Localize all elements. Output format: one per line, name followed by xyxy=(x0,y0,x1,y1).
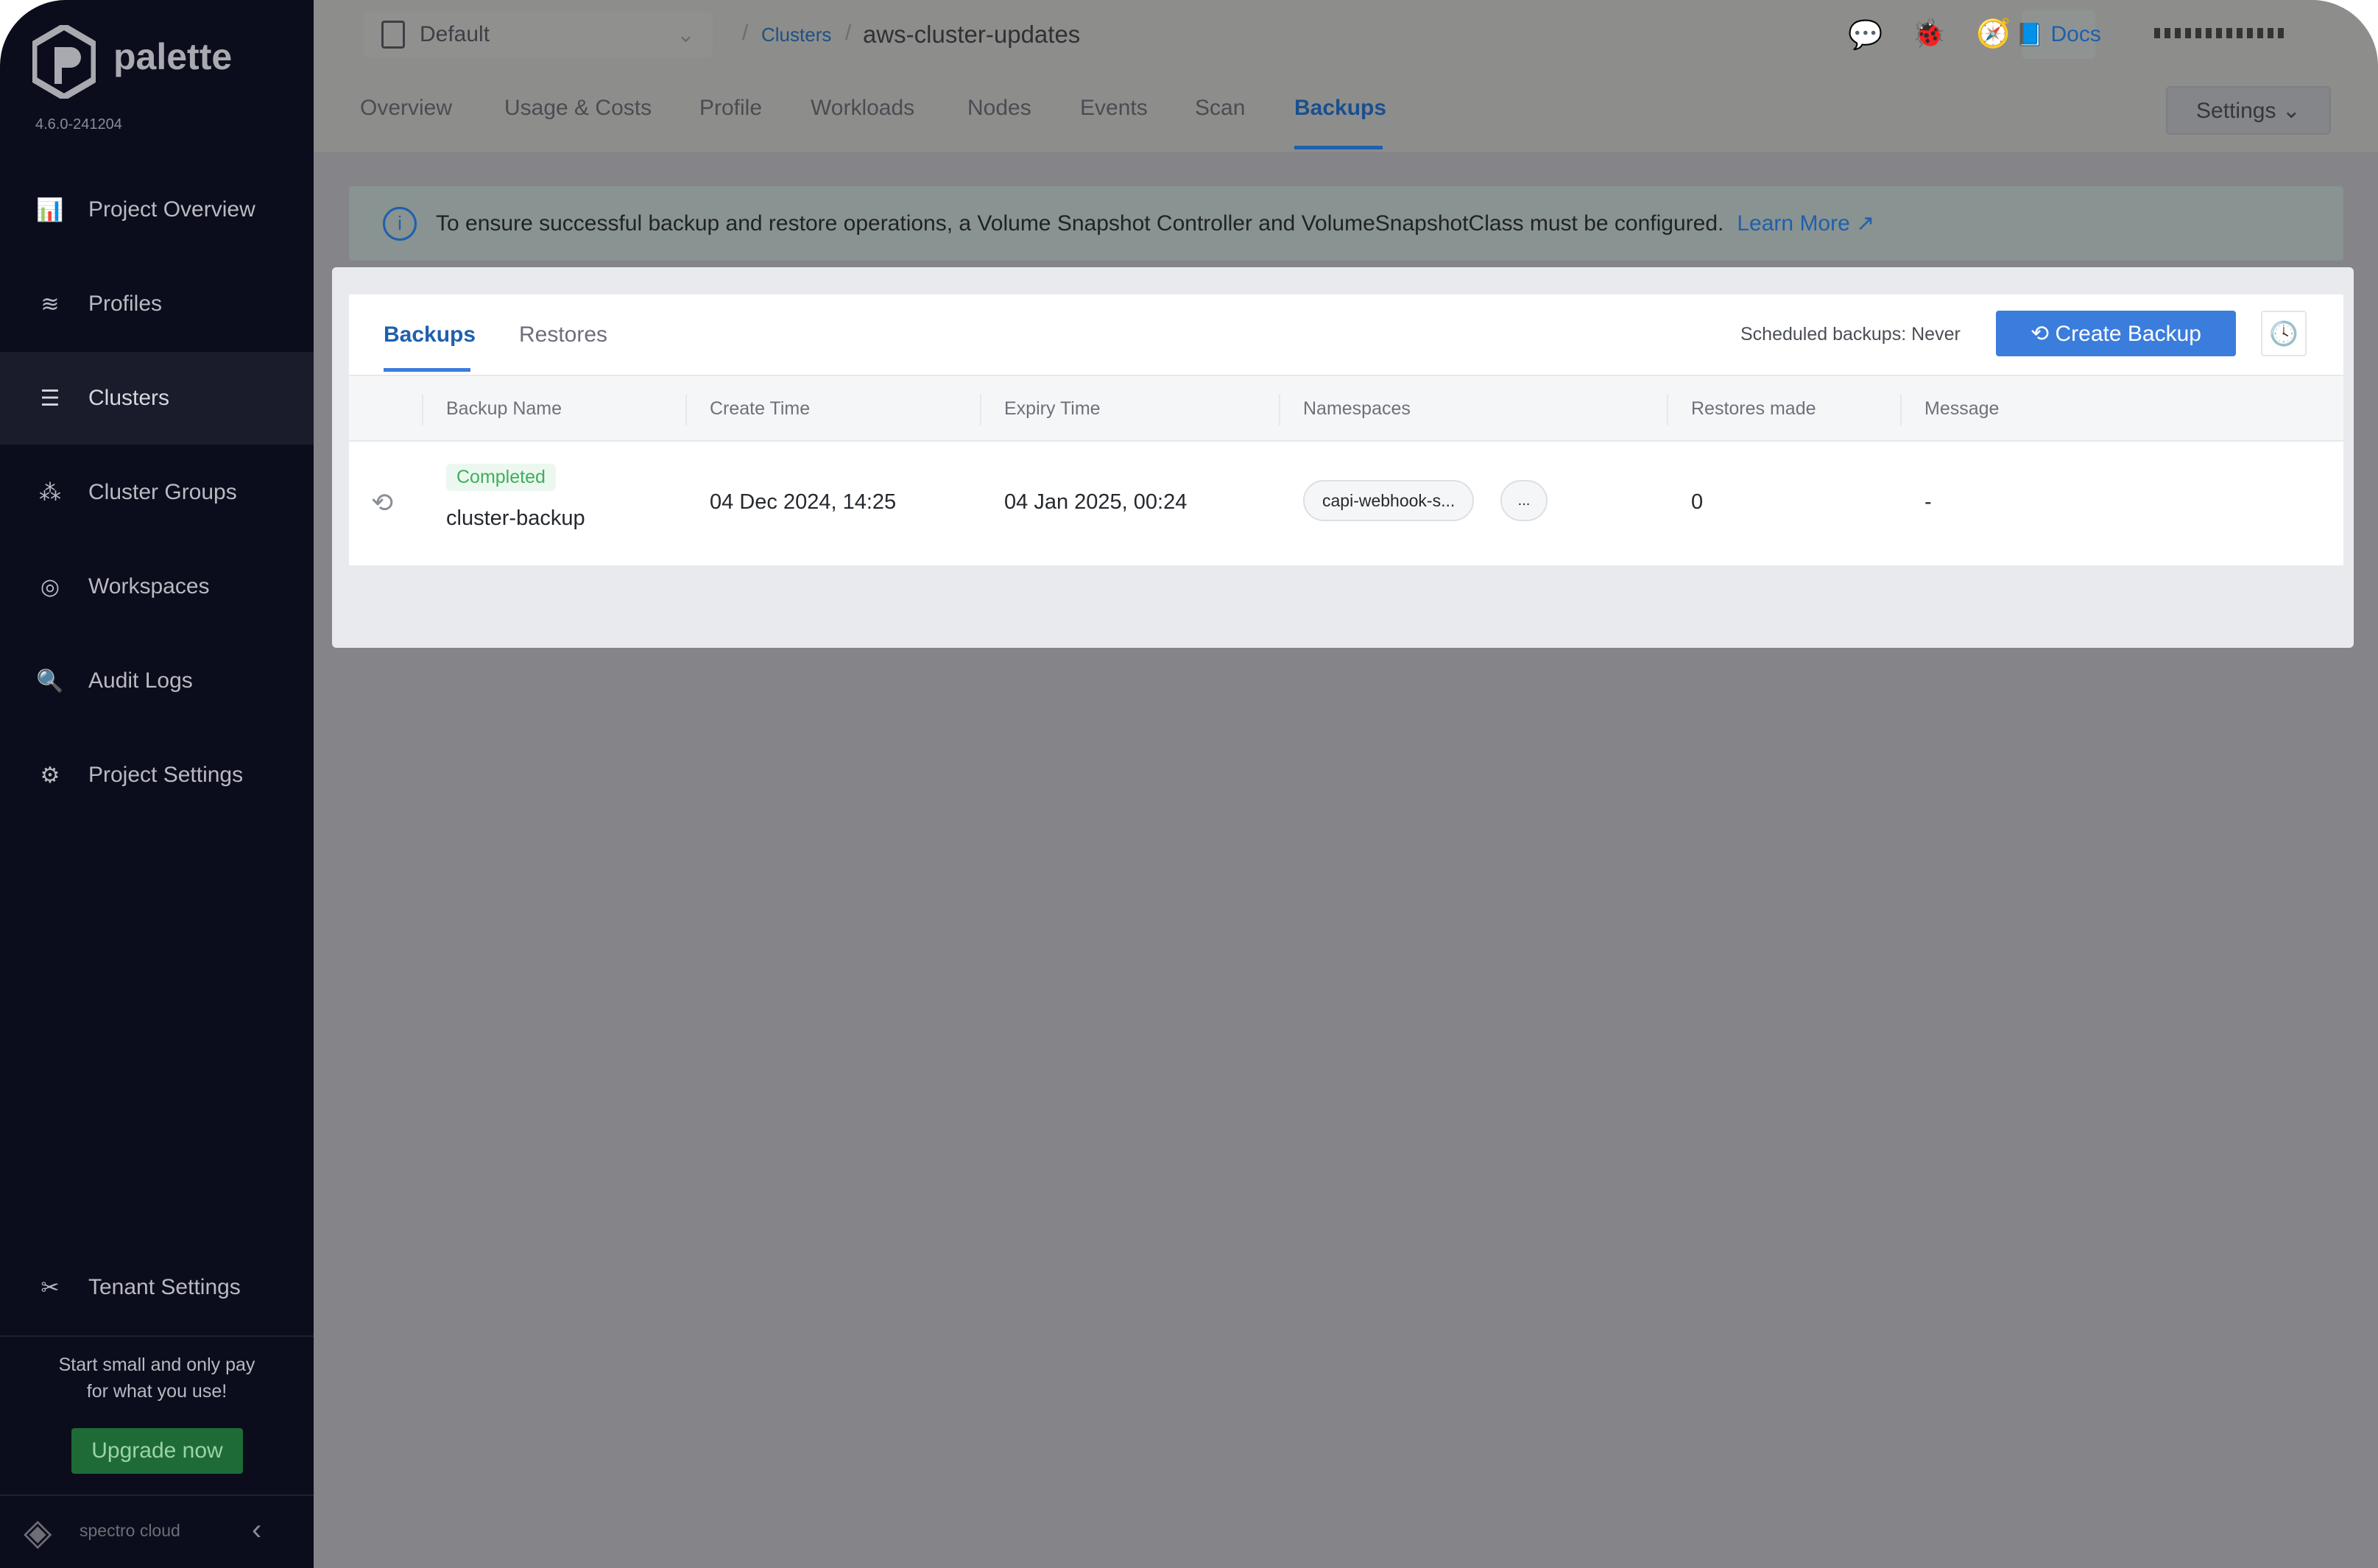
breadcrumb-clusters-link[interactable]: Clusters xyxy=(761,24,831,46)
sidebar-item-label: Cluster Groups xyxy=(88,480,237,504)
chevron-down-icon: ⌄ xyxy=(676,22,695,47)
breadcrumb-separator: / xyxy=(742,21,749,45)
collapse-sidebar-chevron-icon[interactable]: ‹ xyxy=(252,1514,261,1547)
sidebar-item-project-settings[interactable]: ⚙ Project Settings xyxy=(0,729,314,822)
backups-panel: Backups Restores Scheduled backups: Neve… xyxy=(349,294,2343,565)
column-message: Message xyxy=(1924,398,2000,419)
info-icon: i xyxy=(383,206,417,241)
tab-usage-costs[interactable]: Usage & Costs xyxy=(504,96,652,121)
scheduled-backups-status: Scheduled backups: Never xyxy=(1740,324,1961,345)
backups-card: Backups Restores Scheduled backups: Neve… xyxy=(332,267,2354,648)
workspaces-icon: ◎ xyxy=(40,574,60,599)
project-icon xyxy=(381,21,405,49)
restores-made: 0 xyxy=(1691,490,1704,514)
breadcrumb-current: aws-cluster-updates xyxy=(863,21,1081,48)
top-header: Default ⌄ / Clusters / aws-cluster-update… xyxy=(314,0,2378,152)
backup-name: cluster-backup xyxy=(446,506,585,530)
create-time: 04 Dec 2024, 14:25 xyxy=(710,490,897,514)
schedule-clock-button[interactable]: 🕓 xyxy=(2261,311,2307,356)
tab-profile[interactable]: Profile xyxy=(699,96,762,121)
audit-logs-icon: 🔍 xyxy=(36,668,64,693)
tab-workloads[interactable]: Workloads xyxy=(811,96,914,121)
sidebar-item-label: Tenant Settings xyxy=(88,1275,241,1299)
info-banner: i To ensure successful backup and restor… xyxy=(349,186,2343,261)
sidebar-item-project-overview[interactable]: 📊 Project Overview xyxy=(0,163,314,256)
chat-icon[interactable]: 💬 xyxy=(1848,19,1883,52)
compass-icon[interactable]: 🧭 xyxy=(1976,18,2011,50)
divider xyxy=(0,1494,314,1496)
palette-logo-icon xyxy=(32,25,96,99)
column-restores-made: Restores made xyxy=(1691,398,1816,419)
restore-icon[interactable]: ⟲ xyxy=(371,487,393,518)
project-selector[interactable]: Default ⌄ xyxy=(364,12,713,57)
settings-dropdown-button[interactable]: Settings ⌄ xyxy=(2166,86,2331,135)
active-tab-indicator xyxy=(384,368,470,372)
footer-brand: spectro cloud xyxy=(80,1521,180,1540)
sidebar-item-label: Audit Logs xyxy=(88,668,193,693)
sidebar-item-label: Clusters xyxy=(88,386,170,410)
clock-icon: 🕓 xyxy=(2269,320,2298,347)
version: 4.6.0-241204 xyxy=(35,116,122,133)
sidebar: palette 4.6.0-241204 📊 Project Overview ≋… xyxy=(0,0,314,1568)
banner-text: To ensure successful backup and restore … xyxy=(436,211,1724,236)
user-menu-redacted[interactable] xyxy=(2154,28,2287,38)
upgrade-now-button[interactable]: Upgrade now xyxy=(71,1428,243,1474)
promo-text: Start small and only pay for what you use… xyxy=(58,1355,255,1402)
tab-restores[interactable]: Restores xyxy=(519,322,607,347)
tools-icon: ✂ xyxy=(40,1275,60,1300)
column-backup-name: Backup Name xyxy=(446,398,562,419)
spectro-cloud-logo-icon: ◈ xyxy=(24,1511,52,1553)
sidebar-item-label: Profiles xyxy=(88,292,163,316)
external-link-icon: ↗ xyxy=(1856,211,1875,236)
tab-nodes[interactable]: Nodes xyxy=(967,96,1031,121)
table-row[interactable]: ⟲ Completed cluster-backup 04 Dec 2024, … xyxy=(349,443,2343,565)
docs-label: Docs xyxy=(2050,22,2101,46)
column-namespaces: Namespaces xyxy=(1303,398,1411,419)
sidebar-item-label: Project Overview xyxy=(88,197,255,222)
sidebar-item-profiles[interactable]: ≋ Profiles xyxy=(0,258,314,350)
column-expiry-time: Expiry Time xyxy=(1004,398,1101,419)
chevron-down-icon: ⌄ xyxy=(2282,98,2301,123)
gear-icon: ⚙ xyxy=(40,763,60,788)
namespace-chip[interactable]: capi-webhook-s... xyxy=(1303,480,1475,521)
create-backup-button[interactable]: ⟲ Create Backup xyxy=(1996,311,2236,356)
active-tab-indicator xyxy=(1294,146,1383,149)
sidebar-item-label: Workspaces xyxy=(88,574,210,598)
cluster-groups-icon: ⁂ xyxy=(39,480,61,505)
tab-events[interactable]: Events xyxy=(1080,96,1148,121)
divider xyxy=(0,1335,314,1337)
column-create-time: Create Time xyxy=(710,398,811,419)
sidebar-item-label: Project Settings xyxy=(88,763,244,787)
sidebar-item-workspaces[interactable]: ◎ Workspaces xyxy=(0,540,314,633)
tab-overview[interactable]: Overview xyxy=(360,96,452,121)
chart-icon: 📊 xyxy=(36,197,64,222)
more-namespaces-chip[interactable]: ... xyxy=(1500,480,1548,521)
database-icon: ≋ xyxy=(40,292,60,317)
brand-name: palette xyxy=(113,36,233,77)
book-icon: 📘 xyxy=(2016,22,2044,47)
table-header: Backup Name Create Time Expiry Time Name… xyxy=(349,375,2343,442)
sidebar-item-audit-logs[interactable]: 🔍 Audit Logs xyxy=(0,635,314,727)
tab-scan[interactable]: Scan xyxy=(1195,96,1245,121)
clusters-icon: ☰ xyxy=(40,386,60,411)
bug-icon[interactable]: 🐞 xyxy=(1911,18,1946,50)
learn-more-link[interactable]: Learn More ↗ xyxy=(1737,211,1874,236)
tab-backups-list[interactable]: Backups xyxy=(384,322,476,347)
project-name: Default xyxy=(420,22,490,46)
sidebar-item-tenant-settings[interactable]: ✂ Tenant Settings xyxy=(0,1241,314,1334)
status-badge: Completed xyxy=(446,464,556,491)
sidebar-item-clusters[interactable]: ☰ Clusters xyxy=(0,352,314,445)
expiry-time: 04 Jan 2025, 00:24 xyxy=(1004,490,1188,514)
docs-button[interactable]: 📘 Docs xyxy=(2016,10,2101,59)
breadcrumb-separator: / xyxy=(845,21,852,45)
tab-backups[interactable]: Backups xyxy=(1294,96,1386,121)
restore-icon: ⟲ xyxy=(2031,321,2050,346)
message: - xyxy=(1924,490,1932,514)
sidebar-item-cluster-groups[interactable]: ⁂ Cluster Groups xyxy=(0,446,314,539)
